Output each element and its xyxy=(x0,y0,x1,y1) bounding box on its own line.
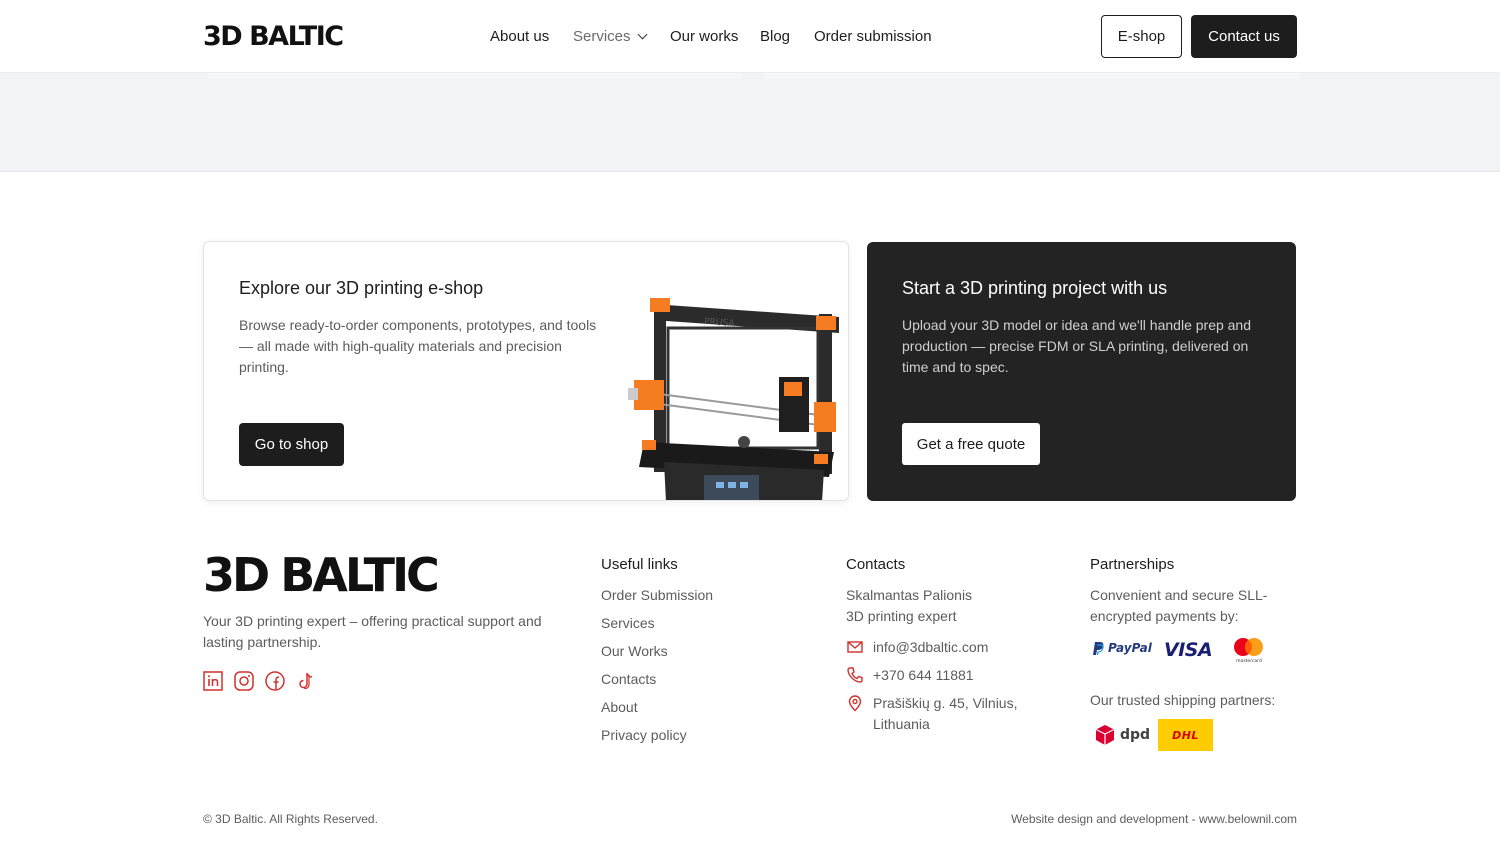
3d-printer-image: PRUSA xyxy=(628,298,839,500)
copyright-text: © 3D Baltic. All Rights Reserved. xyxy=(203,812,378,826)
previous-section-background xyxy=(0,73,1500,172)
footer-tagline: Your 3D printing expert – offering pract… xyxy=(203,613,542,650)
link-order-submission[interactable]: Order Submission xyxy=(601,585,713,613)
eshop-card-title: Explore our 3D printing e-shop xyxy=(239,278,484,298)
card-shadow-left xyxy=(208,73,742,79)
contact-address-row: Prašiškių g. 45, Vilnius, Lithuania xyxy=(846,693,1021,735)
paypal-logo: PayPal xyxy=(1093,641,1152,655)
useful-links-heading: Useful links xyxy=(601,556,678,573)
contact-email[interactable]: info@3dbaltic.com xyxy=(873,637,988,658)
link-privacy-policy[interactable]: Privacy policy xyxy=(601,725,713,753)
chevron-down-icon xyxy=(637,29,647,40)
contact-phone-row[interactable]: +370 644 11881 xyxy=(846,665,974,686)
dhl-logo: DHL xyxy=(1158,719,1213,751)
card-shadow-right xyxy=(765,73,1299,79)
get-free-quote-button[interactable]: Get a free quote xyxy=(902,423,1040,465)
envelope-icon xyxy=(847,641,863,653)
linkedin-icon[interactable] xyxy=(203,671,223,691)
social-links xyxy=(203,671,316,691)
project-card: Start a 3D printing project with us Uplo… xyxy=(867,242,1296,501)
go-to-shop-button[interactable]: Go to shop xyxy=(239,423,344,466)
contacts-heading: Contacts xyxy=(846,556,906,573)
nav-order-submission[interactable]: Order submission xyxy=(814,27,932,47)
eshop-card-text: Browse ready-to-order components, protot… xyxy=(239,317,597,375)
dpd-logo: dpd xyxy=(1095,724,1150,746)
contact-phone[interactable]: +370 644 11881 xyxy=(873,665,974,686)
link-services[interactable]: Services xyxy=(601,613,713,641)
site-header: 3D BALTIC About us Services Our works Bl… xyxy=(0,0,1500,73)
project-card-title: Start a 3D printing project with us xyxy=(902,278,1168,298)
dpd-wordmark: dpd xyxy=(1120,727,1151,743)
nav-services[interactable]: Services xyxy=(573,27,647,47)
design-credits-link[interactable]: Website design and development - www.bel… xyxy=(1011,810,1297,828)
visa-logo: VISA xyxy=(1164,639,1213,661)
tiktok-icon[interactable] xyxy=(296,671,316,691)
contact-us-button[interactable]: Contact us xyxy=(1191,15,1297,58)
mastercard-wordmark: mastercard xyxy=(1236,658,1262,664)
link-contacts[interactable]: Contacts xyxy=(601,669,713,697)
eshop-card: Explore our 3D printing e-shop Browse re… xyxy=(203,241,849,501)
facebook-icon[interactable] xyxy=(265,671,285,691)
instagram-icon[interactable] xyxy=(234,671,254,691)
contact-person: Skalmantas Palionis 3D printing expert xyxy=(846,585,972,627)
dpd-cube-icon xyxy=(1095,725,1115,745)
project-card-text: Upload your 3D model or idea and we'll h… xyxy=(902,317,1252,375)
useful-links-list: Order Submission Services Our Works Cont… xyxy=(601,585,713,753)
link-our-works[interactable]: Our Works xyxy=(601,641,713,669)
payments-text: Convenient and secure SLL-encrypted paym… xyxy=(1090,587,1268,624)
contact-email-row[interactable]: info@3dbaltic.com xyxy=(846,637,988,658)
shipping-text: Our trusted shipping partners: xyxy=(1090,692,1276,708)
eshop-button[interactable]: E-shop xyxy=(1101,15,1182,58)
nav-services-label: Services xyxy=(573,28,631,45)
mastercard-logo: mastercard xyxy=(1234,638,1263,664)
nav-blog[interactable]: Blog xyxy=(760,27,790,47)
contact-name: Skalmantas Palionis xyxy=(846,587,973,603)
site-logo[interactable]: 3D BALTIC xyxy=(203,22,344,52)
nav-about-us[interactable]: About us xyxy=(490,27,549,47)
link-about[interactable]: About xyxy=(601,697,713,725)
partnerships-heading: Partnerships xyxy=(1090,556,1175,573)
paypal-icon xyxy=(1093,641,1104,655)
phone-icon xyxy=(847,667,863,683)
location-pin-icon xyxy=(848,695,862,712)
nav-our-works[interactable]: Our works xyxy=(670,27,738,47)
footer-logo[interactable]: 3D BALTIC xyxy=(203,550,440,600)
paypal-wordmark: PayPal xyxy=(1108,641,1152,655)
contact-address: Prašiškių g. 45, Vilnius, Lithuania xyxy=(873,695,1018,732)
contact-role: 3D printing expert xyxy=(846,608,957,624)
